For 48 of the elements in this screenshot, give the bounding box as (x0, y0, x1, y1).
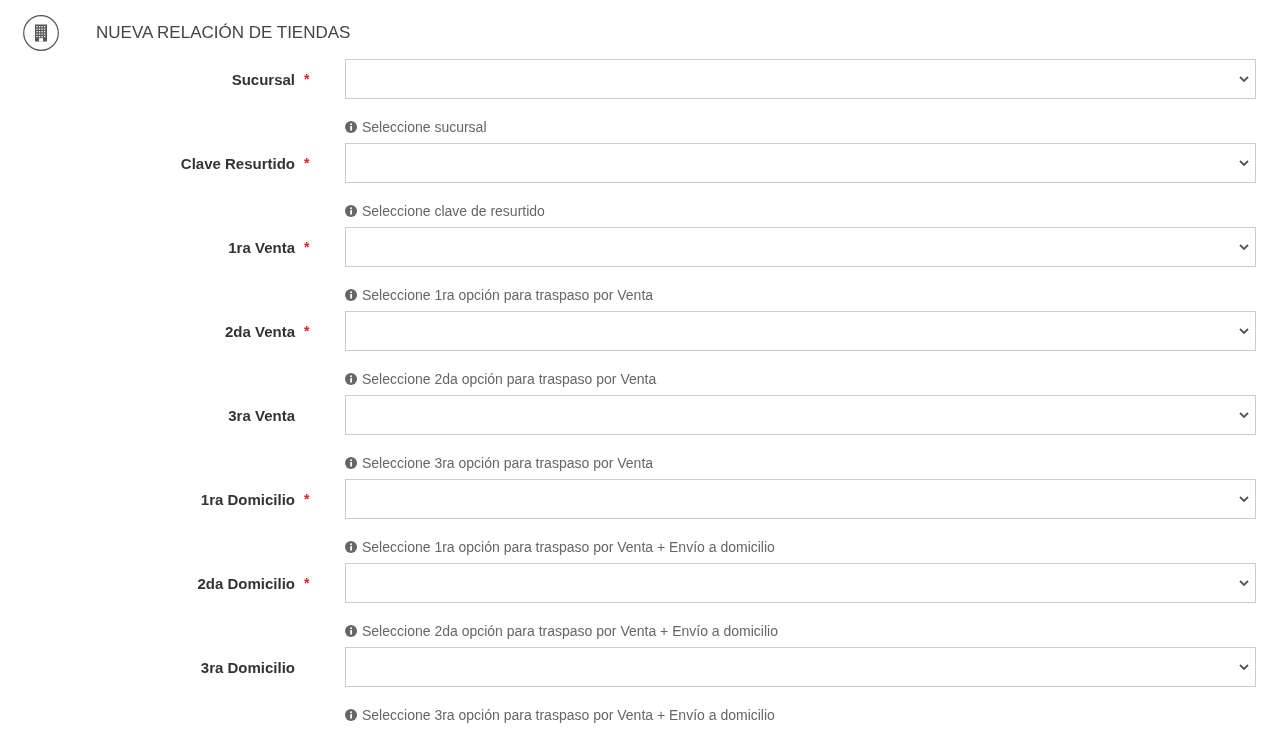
field-label: 2da Venta (224, 322, 295, 340)
field-label: 1ra Venta (228, 238, 295, 256)
info-icon (345, 624, 357, 637)
info-icon (345, 288, 357, 301)
chevron-down-icon (1239, 243, 1249, 251)
info-icon (345, 708, 357, 721)
info-icon (345, 372, 357, 385)
help-text: Seleccione 1ra opción para traspaso por Venta (362, 286, 654, 303)
required-mark: * (304, 323, 309, 339)
page-title: NUEVA RELACIÓN DE TIENDAS (96, 23, 351, 43)
help-text: Seleccione 3ra opción para traspaso por Venta + Envío a domicilio (362, 706, 775, 723)
select-field[interactable] (345, 143, 1256, 183)
help-text: Seleccione 1ra opción para traspaso por Venta + Envío a domicilio (362, 538, 775, 555)
info-icon (345, 456, 357, 469)
chevron-down-icon (1239, 159, 1249, 167)
info-icon (345, 204, 357, 217)
field-label: 2da Domicilio (197, 574, 295, 592)
info-icon (345, 120, 357, 133)
chevron-down-icon (1239, 495, 1249, 503)
building-icon (23, 15, 59, 51)
help-text: Seleccione sucursal (362, 118, 487, 135)
required-mark: * (304, 239, 309, 255)
select-field[interactable] (345, 311, 1256, 351)
info-icon (345, 540, 357, 553)
select-field[interactable] (345, 647, 1256, 687)
required-mark: * (304, 491, 309, 507)
select-field[interactable] (345, 227, 1256, 267)
field-label: 3ra Venta (228, 406, 295, 424)
select-field[interactable] (345, 59, 1256, 99)
help-text: Seleccione clave de resurtido (362, 202, 545, 219)
select-field[interactable] (345, 479, 1256, 519)
help-text: Seleccione 3ra opción para traspaso por Venta (362, 454, 654, 471)
help-text: Seleccione 2da opción para traspaso por Venta + Envío a domicilio (362, 622, 778, 639)
field-label: Clave Resurtido (180, 154, 295, 172)
select-field[interactable] (345, 395, 1256, 435)
field-label: Sucursal (231, 70, 295, 88)
chevron-down-icon (1239, 327, 1249, 335)
field-label: 3ra Domicilio (200, 658, 295, 676)
required-mark: * (304, 155, 309, 171)
help-text: Seleccione 2da opción para traspaso por Venta (362, 370, 657, 387)
select-field[interactable] (345, 563, 1256, 603)
chevron-down-icon (1239, 579, 1249, 587)
field-label: 1ra Domicilio (200, 490, 295, 508)
chevron-down-icon (1239, 75, 1249, 83)
required-mark: * (304, 575, 309, 591)
chevron-down-icon (1239, 663, 1249, 671)
required-mark: * (304, 71, 309, 87)
chevron-down-icon (1239, 411, 1249, 419)
